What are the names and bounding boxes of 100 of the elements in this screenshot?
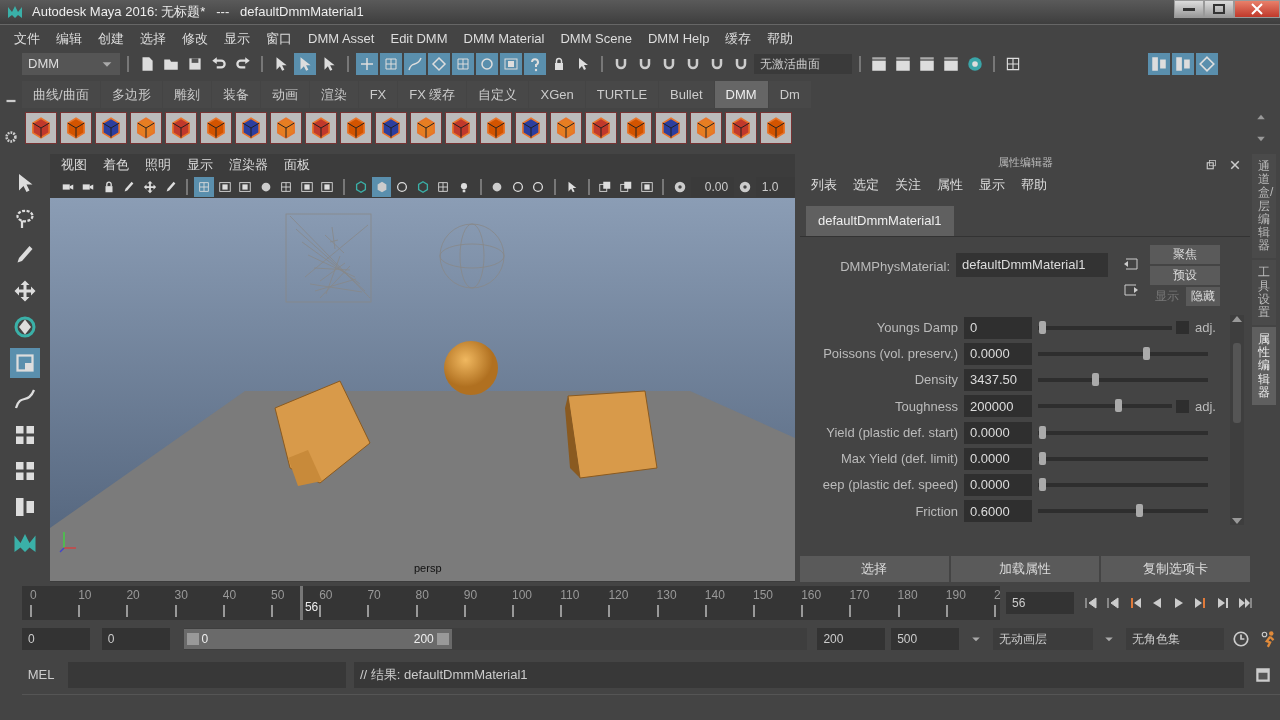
menu-item[interactable]: 缓存 bbox=[717, 28, 760, 49]
menu-item[interactable]: DMM Scene bbox=[552, 28, 640, 49]
menu-item[interactable]: DMM Asset bbox=[300, 28, 383, 49]
script-language-label[interactable]: MEL bbox=[22, 665, 60, 685]
menu-item[interactable]: 显示 bbox=[216, 28, 258, 49]
editor-menu[interactable]: 选定 bbox=[845, 175, 887, 195]
shelf-tool-icon[interactable] bbox=[725, 112, 757, 144]
attribute-value-field[interactable]: 0.0000 bbox=[964, 342, 1032, 365]
editor-menu[interactable]: 属性 bbox=[929, 175, 971, 195]
shelf-tab[interactable]: 动画 bbox=[260, 80, 309, 108]
attribute-value-field[interactable]: 0.0000 bbox=[964, 474, 1032, 497]
shelf-tool-icon[interactable] bbox=[130, 112, 162, 144]
minimize-button[interactable] bbox=[1174, 0, 1204, 18]
shelf-tab[interactable]: XGen bbox=[529, 80, 585, 108]
menu-item[interactable]: 帮助 bbox=[759, 28, 802, 49]
shelf-tab[interactable]: 曲线/曲面 bbox=[22, 80, 100, 108]
attribute-value-field[interactable]: 3437.50 bbox=[964, 369, 1032, 392]
shelf-tool-icon[interactable] bbox=[165, 112, 197, 144]
attribute-value-field[interactable]: 200000 bbox=[964, 395, 1032, 418]
shelf-tab[interactable]: 多边形 bbox=[100, 80, 162, 108]
shelf-tool-icon[interactable] bbox=[375, 112, 407, 144]
shelf-tab[interactable]: 雕刻 bbox=[162, 80, 211, 108]
menu-item[interactable]: DMM Material bbox=[455, 28, 553, 49]
layers-icon[interactable] bbox=[1196, 53, 1218, 75]
attribute-value-field[interactable]: 0.6000 bbox=[964, 500, 1032, 523]
shelf-tool-icon[interactable] bbox=[445, 112, 477, 144]
shelf-tab[interactable]: FX bbox=[358, 80, 398, 108]
shelf-tool-icon[interactable] bbox=[690, 112, 722, 144]
shelf-tool-icon[interactable] bbox=[585, 112, 617, 144]
shelf-tab[interactable]: DMM bbox=[714, 80, 768, 108]
menu-item[interactable]: 创建 bbox=[90, 28, 132, 49]
hide-button[interactable]: 隐藏 bbox=[1186, 286, 1220, 306]
range-slider[interactable]: 0 200 bbox=[183, 629, 452, 649]
end-frame-field[interactable]: 500 bbox=[891, 628, 959, 650]
character-set-field[interactable]: 无角色集 bbox=[1126, 628, 1225, 650]
attribute-value-field[interactable]: 0.0000 bbox=[964, 421, 1032, 444]
shelf-tool-icon[interactable] bbox=[760, 112, 792, 144]
shelf-tool-icon[interactable] bbox=[200, 112, 232, 144]
shelf-tool-icon[interactable] bbox=[620, 112, 652, 144]
menu-item[interactable]: 窗口 bbox=[258, 28, 300, 49]
editor-bottom-button[interactable]: 复制选项卡 bbox=[1101, 556, 1250, 582]
slider-thumb[interactable] bbox=[1114, 399, 1122, 413]
time-slider[interactable]: 0 10 20 30 40 50 60 70 80 90 100 110 120 130 140 150 160 170 180 190 2 56 bbox=[22, 586, 1000, 620]
editor-menu[interactable]: 帮助 bbox=[1013, 175, 1055, 195]
menu-item[interactable]: Edit DMM bbox=[382, 28, 456, 49]
shelf-tool-icon[interactable] bbox=[25, 112, 57, 144]
shelf-tab[interactable]: 自定义 bbox=[467, 80, 529, 108]
shelf-tool-icon[interactable] bbox=[305, 112, 337, 144]
close-button[interactable] bbox=[1234, 0, 1280, 18]
shelf-tool-icon[interactable] bbox=[235, 112, 267, 144]
shelf-tool-icon[interactable] bbox=[480, 112, 512, 144]
diamond-icon[interactable] bbox=[428, 53, 450, 75]
shelf-tool-icon[interactable] bbox=[270, 112, 302, 144]
side-tab[interactable]: 通道盒/层编辑器 bbox=[1252, 154, 1276, 259]
side-tab[interactable]: 工具设置 bbox=[1252, 260, 1276, 326]
shelf-tab[interactable]: FX 缓存 bbox=[398, 80, 467, 108]
viewport-menu[interactable]: 照明 bbox=[137, 155, 179, 175]
maximize-button[interactable] bbox=[1204, 0, 1234, 18]
shelf-tab[interactable]: 装备 bbox=[211, 80, 260, 108]
editor-bottom-button[interactable]: 选择 bbox=[800, 556, 949, 582]
attribute-value-field[interactable]: 0.0000 bbox=[964, 447, 1032, 470]
surface-field[interactable]: 无激活曲面 bbox=[754, 54, 852, 74]
attribute-scrollbar[interactable] bbox=[1230, 314, 1244, 525]
shaded-cube-icon[interactable] bbox=[371, 177, 392, 197]
editor-button[interactable]: 聚焦 bbox=[1150, 244, 1220, 264]
menu-item[interactable]: 编辑 bbox=[48, 28, 90, 49]
editor-bottom-button[interactable]: 加载属性 bbox=[950, 556, 1100, 582]
slider-thumb[interactable] bbox=[1136, 504, 1144, 518]
scale-tool-icon[interactable] bbox=[10, 348, 40, 378]
menu-item[interactable]: 修改 bbox=[174, 28, 216, 49]
node-name-field[interactable]: defaultDmmMaterial1 bbox=[956, 252, 1108, 277]
anim-layer-field[interactable]: 无动画层 bbox=[992, 628, 1093, 650]
playback-start-field[interactable]: 0 bbox=[101, 628, 170, 650]
side-tab[interactable]: 属性编辑器 bbox=[1252, 327, 1276, 405]
shelf-tool-icon[interactable] bbox=[340, 112, 372, 144]
viewport-menu[interactable]: 视图 bbox=[53, 155, 95, 175]
shelf-tool-icon[interactable] bbox=[655, 112, 687, 144]
current-frame-field[interactable]: 56 bbox=[1006, 592, 1074, 614]
viewport-menu[interactable]: 显示 bbox=[179, 155, 221, 175]
playhead[interactable] bbox=[299, 586, 303, 620]
scroll-down-icon[interactable] bbox=[1232, 516, 1242, 525]
menu-item[interactable]: 选择 bbox=[132, 28, 174, 49]
shelf-tool-icon[interactable] bbox=[550, 112, 582, 144]
slider-thumb[interactable] bbox=[1142, 346, 1150, 360]
range-slider-track[interactable]: 0 200 bbox=[183, 628, 808, 650]
editor-menu[interactable]: 关注 bbox=[887, 175, 929, 195]
slider-thumb[interactable] bbox=[1039, 425, 1046, 439]
viewport-menu[interactable]: 渲染器 bbox=[221, 155, 276, 175]
attribute-value-field[interactable]: 0 bbox=[964, 316, 1032, 339]
shelf-tab[interactable]: Bullet bbox=[659, 80, 714, 108]
menu-item[interactable]: 文件 bbox=[6, 28, 48, 49]
editor-menu[interactable]: 列表 bbox=[803, 175, 845, 195]
shelf-tool-icon[interactable] bbox=[60, 112, 92, 144]
slider-thumb[interactable] bbox=[1092, 373, 1100, 387]
slider-thumb[interactable] bbox=[1039, 451, 1046, 465]
editor-button[interactable]: 预设 bbox=[1150, 265, 1220, 285]
scroll-up-icon[interactable] bbox=[1232, 314, 1242, 323]
shelf-tool-icon[interactable] bbox=[515, 112, 547, 144]
slider-thumb[interactable] bbox=[1039, 478, 1046, 492]
playback-end-field[interactable]: 200 bbox=[817, 628, 886, 650]
